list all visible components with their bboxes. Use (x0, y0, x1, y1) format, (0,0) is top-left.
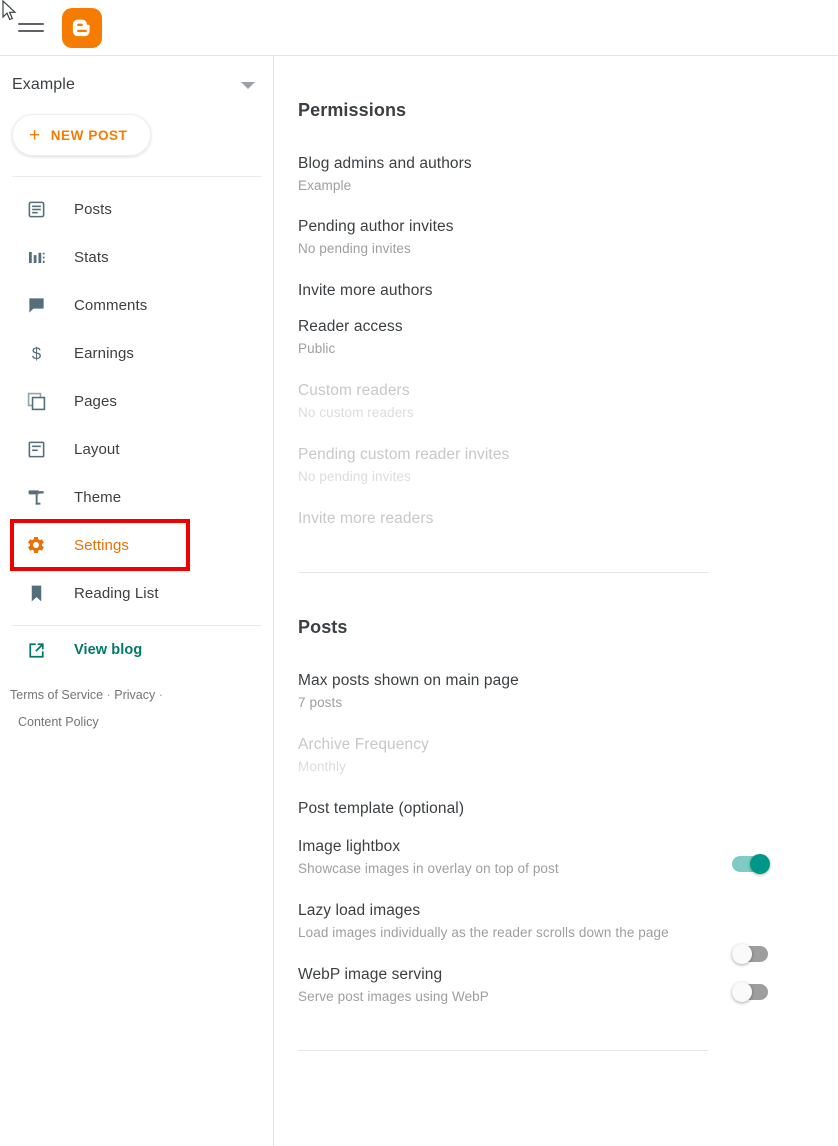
setting-title: Pending custom reader invites (298, 446, 510, 463)
pages-icon (24, 389, 48, 413)
sidebar-item-posts[interactable]: Posts (0, 185, 273, 233)
setting-row-image-lightbox[interactable]: Image lightbox Showcase images in overla… (298, 838, 814, 882)
setting-value: No custom readers (298, 405, 414, 420)
new-post-button[interactable]: + NEW POST (12, 114, 151, 156)
sidebar-item-comments[interactable]: Comments (0, 281, 273, 329)
hamburger-menu-icon[interactable] (18, 15, 44, 41)
setting-row-archive-frequency: Archive Frequency Monthly (298, 736, 814, 780)
setting-row-blog-admins[interactable]: Blog admins and authors Example (298, 155, 814, 199)
toggle-knob (732, 944, 752, 964)
sidebar-item-label: Settings (74, 536, 129, 554)
view-blog-label: View blog (74, 642, 143, 658)
svg-text:$: $ (31, 344, 40, 363)
setting-value: Example (298, 178, 352, 193)
stats-icon (24, 245, 48, 269)
setting-title: Invite more readers (298, 510, 434, 527)
toggle-lazy-load-images[interactable] (732, 944, 770, 964)
setting-row-post-template[interactable]: Post template (optional) (298, 800, 814, 818)
legal-separator-2: · (158, 688, 163, 702)
setting-title: Lazy load images (298, 902, 421, 919)
blogger-logo-icon[interactable] (62, 7, 102, 48)
sidebar-item-stats[interactable]: Stats (0, 233, 273, 281)
comments-icon (24, 293, 48, 317)
sidebar: Example + NEW POST Posts Stats Comments … (0, 56, 274, 1146)
section-permissions: Permissions Blog admins and authors Exam… (274, 56, 838, 528)
setting-title: Custom readers (298, 382, 410, 399)
sidebar-item-label: Comments (74, 296, 148, 314)
sidebar-item-label: Pages (74, 392, 118, 410)
toggle-image-lightbox[interactable] (732, 854, 770, 874)
privacy-link[interactable]: Privacy (114, 688, 155, 702)
setting-row-invite-more-readers: Invite more readers (298, 510, 814, 528)
setting-value: No pending invites (298, 241, 411, 256)
setting-row-custom-readers: Custom readers No custom readers (298, 382, 814, 426)
view-blog-link[interactable]: View blog (0, 626, 273, 674)
setting-description: Showcase images in overlay on top of pos… (298, 861, 559, 876)
blogger-settings-page: Example + NEW POST Posts Stats Comments … (0, 0, 838, 1146)
section-title: Posts (298, 617, 348, 637)
sidebar-item-earnings[interactable]: $ Earnings (0, 329, 273, 377)
setting-title: Max posts shown on main page (298, 672, 519, 689)
setting-title: Image lightbox (298, 838, 401, 855)
setting-value: No pending invites (298, 469, 411, 484)
earnings-dollar-icon: $ (24, 341, 48, 365)
legal-separator-1: · (106, 688, 111, 702)
setting-row-invite-more-authors[interactable]: Invite more authors (298, 282, 814, 300)
section-posts: Posts Max posts shown on main page 7 pos… (274, 573, 838, 1010)
sidebar-item-settings[interactable]: Settings (10, 519, 190, 571)
reading-list-bookmark-icon (24, 581, 48, 605)
section-divider-2 (298, 1050, 708, 1051)
section-title: Permissions (298, 100, 407, 120)
theme-paint-roller-icon (24, 485, 48, 509)
blog-name-label: Example (12, 76, 75, 93)
setting-value: Public (298, 341, 336, 356)
sidebar-item-label: Reading List (74, 584, 159, 602)
setting-row-pending-author-invites[interactable]: Pending author invites No pending invite… (298, 218, 814, 262)
setting-row-reader-access[interactable]: Reader access Public (298, 318, 814, 362)
external-link-icon (24, 638, 48, 662)
sidebar-item-label: Earnings (74, 344, 135, 362)
setting-title: Pending author invites (298, 218, 454, 235)
setting-row-lazy-load-images[interactable]: Lazy load images Load images individuall… (298, 902, 814, 964)
setting-value: 7 posts (298, 695, 343, 710)
top-app-bar (0, 0, 838, 56)
setting-title: Reader access (298, 318, 403, 335)
setting-description: Serve post images using WebP (298, 989, 489, 1004)
blog-selector[interactable]: Example (0, 56, 273, 114)
setting-row-webp-image-serving[interactable]: WebP image serving Serve post images usi… (298, 966, 814, 1010)
sidebar-nav: Posts Stats Comments $ Earnings Pages La… (0, 177, 273, 617)
sidebar-item-label: Layout (74, 440, 120, 458)
sidebar-item-reading-list[interactable]: Reading List (0, 569, 273, 617)
layout-icon (24, 437, 48, 461)
legal-links: Terms of Service · Privacy · Content Pol… (0, 674, 215, 736)
setting-row-pending-custom-reader-invites: Pending custom reader invites No pending… (298, 446, 814, 490)
setting-title: Blog admins and authors (298, 155, 472, 172)
new-post-label: NEW POST (50, 127, 128, 143)
sidebar-item-layout[interactable]: Layout (0, 425, 273, 473)
setting-title: WebP image serving (298, 966, 443, 983)
settings-gear-icon (24, 533, 48, 557)
setting-title: Archive Frequency (298, 736, 429, 753)
toggle-webp-image-serving[interactable] (732, 982, 770, 1002)
setting-title: Post template (optional) (298, 800, 465, 817)
setting-title: Invite more authors (298, 282, 433, 299)
settings-content: Permissions Blog admins and authors Exam… (274, 56, 838, 1146)
setting-row-max-posts[interactable]: Max posts shown on main page 7 posts (298, 672, 814, 716)
sidebar-item-label: Theme (74, 488, 122, 506)
sidebar-item-label: Posts (74, 200, 113, 218)
plus-icon: + (29, 124, 41, 146)
sidebar-item-label: Stats (74, 248, 109, 266)
setting-value: Monthly (298, 759, 346, 774)
sidebar-item-theme[interactable]: Theme (0, 473, 273, 521)
chevron-down-icon[interactable] (241, 81, 255, 89)
content-policy-link[interactable]: Content Policy (10, 715, 99, 729)
terms-of-service-link[interactable]: Terms of Service (10, 688, 103, 702)
posts-icon (24, 197, 48, 221)
sidebar-item-pages[interactable]: Pages (0, 377, 273, 425)
setting-description: Load images individually as the reader s… (298, 925, 669, 940)
toggle-knob (750, 854, 770, 874)
toggle-knob (732, 982, 752, 1002)
